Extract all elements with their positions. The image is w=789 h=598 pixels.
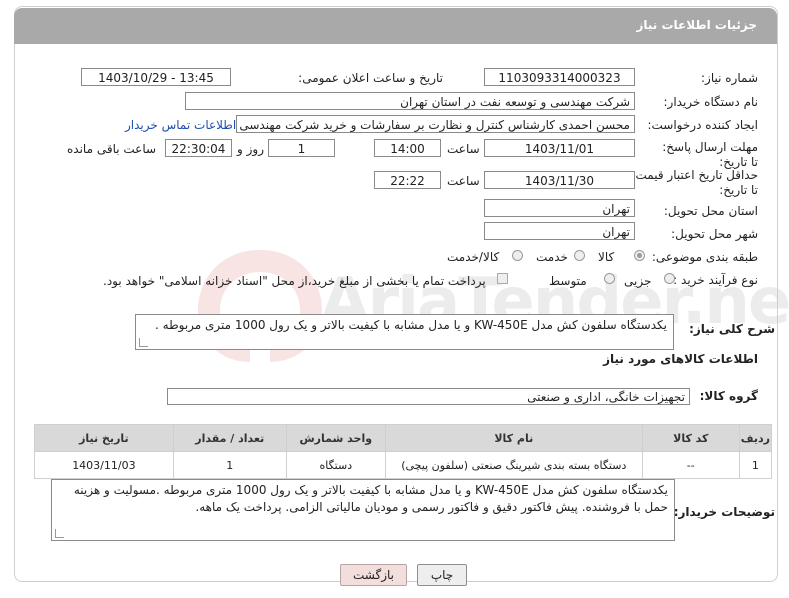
province-field[interactable]: تهران — [484, 199, 635, 217]
category-goods-service-label: کالا/خدمت — [447, 250, 500, 264]
goods-group-field[interactable]: تجهیزات خانگی، اداری و صنعتی — [167, 388, 690, 405]
summary-label: شرح کلی نیاز: — [689, 322, 775, 336]
goods-table: ردیف کد کالا نام کالا واحد شمارش تعداد /… — [34, 424, 773, 479]
goods-section-title: اطلاعات کالاهای مورد نیاز — [603, 352, 758, 366]
process-medium-label: متوسط — [549, 274, 587, 288]
page-title: جزئیات اطلاعات نیاز — [636, 18, 757, 32]
category-label: طبقه بندی موضوعی: — [651, 250, 758, 264]
time-remaining-label: ساعت باقی مانده — [67, 142, 157, 156]
buyer-contact-link[interactable]: اطلاعات تماس خریدار — [125, 118, 236, 132]
col-header-quantity: تعداد / مقدار — [172, 424, 287, 452]
col-header-need-date: تاریخ نیاز — [34, 424, 174, 452]
city-field[interactable]: تهران — [484, 222, 635, 240]
days-remaining-field[interactable]: 1 — [268, 139, 335, 157]
table-row[interactable]: 1 -- دستگاه بسته بندی شیرینگ صنعتی (سلفو… — [34, 451, 773, 479]
cell-item-name: دستگاه بسته بندی شیرینگ صنعتی (سلفون پیچ… — [384, 451, 643, 479]
panel-header: جزئیات اطلاعات نیاز — [14, 8, 777, 44]
deadline-time-label: ساعت — [447, 142, 480, 156]
price-validity-time-label: ساعت — [447, 174, 480, 188]
process-medium-radio[interactable] — [604, 273, 615, 284]
summary-textarea[interactable]: یکدستگاه سلفون کش مدل KW-450E و یا مدل م… — [135, 314, 674, 350]
process-partial-label: جزیی — [624, 274, 652, 288]
buyer-notes-label: توضیحات خریدار: — [673, 505, 775, 519]
category-goods-radio[interactable] — [634, 250, 645, 261]
category-goods-service-radio[interactable] — [512, 250, 523, 261]
table-header-row: ردیف کد کالا نام کالا واحد شمارش تعداد /… — [34, 424, 773, 452]
cell-item-code: -- — [641, 451, 740, 479]
category-service-label: خدمت — [536, 250, 568, 264]
requester-field[interactable]: محسن احمدی کارشناس کنترل و نظارت بر سفار… — [236, 115, 635, 133]
buyer-org-label: نام دستگاه خریدار: — [663, 95, 759, 109]
need-number-field[interactable]: 1103093314000323 — [484, 68, 635, 86]
cell-quantity: 1 — [172, 451, 287, 479]
print-button[interactable]: چاپ — [417, 564, 467, 586]
goods-group-label: گروه کالا: — [699, 389, 758, 403]
category-goods-label: کالا — [598, 250, 615, 264]
buyer-org-field[interactable]: شرکت مهندسی و توسعه نفت در استان تهران — [185, 92, 635, 110]
price-validity-label: حداقل تاریخ اعتبار قیمت: تا تاریخ: — [631, 168, 758, 197]
time-remaining-field[interactable]: 22:30:04 — [165, 139, 232, 157]
resize-grip-icon[interactable] — [139, 338, 148, 347]
col-header-item-code: کد کالا — [641, 424, 740, 452]
province-label: استان محل تحویل: — [663, 204, 758, 218]
category-service-radio[interactable] — [574, 250, 585, 261]
need-number-label: شماره نیاز: — [701, 71, 758, 85]
city-label: شهر محل تحویل: — [671, 227, 758, 241]
treasury-note: پرداخت تمام یا بخشی از مبلغ خرید،از محل … — [103, 274, 486, 288]
col-header-unit: واحد شمارش — [285, 424, 386, 452]
price-validity-date-field[interactable]: 1403/11/30 — [484, 171, 635, 189]
deadline-time-field[interactable]: 14:00 — [374, 139, 441, 157]
price-validity-time-field[interactable]: 22:22 — [374, 171, 441, 189]
treasury-checkbox[interactable] — [497, 273, 508, 284]
buyer-notes-textarea[interactable]: یکدستگاه سلفون کش مدل KW-450E و یا مدل م… — [51, 479, 675, 541]
deadline-date-field[interactable]: 1403/11/01 — [484, 139, 635, 157]
requester-label: ایجاد کننده درخواست: — [647, 118, 758, 132]
cell-row-number: 1 — [738, 451, 773, 479]
back-button[interactable]: بازگشت — [340, 564, 407, 586]
col-header-row-number: ردیف — [738, 424, 773, 452]
resize-grip-icon[interactable] — [55, 529, 64, 538]
col-header-item-name: نام کالا — [384, 424, 643, 452]
buyer-notes-text: یکدستگاه سلفون کش مدل KW-450E و یا مدل م… — [73, 483, 668, 514]
process-partial-radio[interactable] — [664, 273, 675, 284]
days-label: روز و — [237, 142, 264, 156]
cell-need-date: 1403/11/03 — [34, 451, 174, 479]
deadline-label: مهلت ارسال پاسخ: تا تاریخ: — [662, 140, 758, 169]
summary-text: یکدستگاه سلفون کش مدل KW-450E و یا مدل م… — [155, 318, 667, 332]
announce-date-field[interactable]: 1403/10/29 - 13:45 — [81, 68, 231, 86]
cell-unit: دستگاه — [285, 451, 386, 479]
announce-date-label: تاریخ و ساعت اعلان عمومی: — [298, 71, 443, 85]
process-type-label: نوع فرآیند خرید : — [673, 273, 758, 287]
